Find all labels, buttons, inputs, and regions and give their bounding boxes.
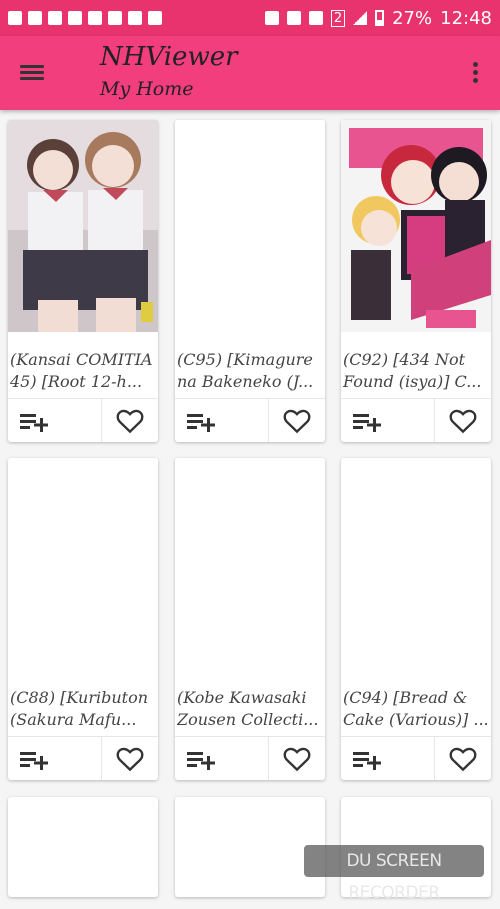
favorite-button[interactable]	[101, 399, 158, 442]
title-line: Zousen Collecti...	[177, 710, 319, 729]
sim-slot-label: 2	[330, 9, 346, 27]
cover-illustration	[341, 120, 491, 332]
app-title: NHViewer	[100, 42, 238, 72]
cover-image[interactable]	[175, 458, 325, 670]
download-icon	[108, 11, 122, 25]
favorite-button[interactable]	[434, 399, 491, 442]
gallery-card[interactable]	[175, 797, 325, 897]
gallery-card[interactable]	[8, 797, 158, 897]
battery-icon	[375, 10, 385, 26]
favorite-button[interactable]	[268, 399, 325, 442]
cover-image[interactable]	[175, 120, 325, 332]
card-actions	[8, 736, 158, 780]
cover-image[interactable]	[8, 458, 158, 670]
heart-outline-icon	[283, 409, 311, 434]
video-icon	[8, 11, 22, 25]
playlist-add-icon	[20, 752, 48, 770]
download-icon	[68, 11, 82, 25]
vibrate-icon	[286, 11, 301, 25]
playlist-add-icon	[353, 752, 381, 770]
no-signal-icon	[148, 11, 162, 25]
title-line: (C88) [Kuributon	[10, 688, 148, 707]
title-line: (Sakura Mafu...	[10, 710, 137, 729]
app-subtitle: My Home	[100, 78, 194, 100]
heart-outline-icon	[116, 409, 144, 434]
title-line: na Bakeneko (J...	[177, 372, 314, 391]
playlist-add-icon	[20, 414, 48, 432]
screen-recorder-watermark: DU SCREEN RECORDER	[304, 845, 484, 903]
download-icon	[128, 11, 142, 25]
add-to-list-button[interactable]	[175, 737, 269, 780]
heart-outline-icon	[116, 747, 144, 772]
app-toolbar: NHViewer My Home	[0, 36, 500, 110]
clock: 12:48	[440, 7, 492, 29]
more-options-icon[interactable]	[470, 62, 480, 84]
add-to-list-button[interactable]	[8, 737, 102, 780]
card-actions	[341, 398, 491, 442]
heart-outline-icon	[283, 747, 311, 772]
gallery-card[interactable]: (C95) [Kimagure na Bakeneko (J...	[175, 120, 325, 442]
card-actions	[8, 398, 158, 442]
battery-percent: 27%	[392, 7, 433, 29]
gallery-title: (Kobe Kawasaki Zousen Collecti...	[177, 687, 325, 731]
signal-icon	[353, 11, 368, 25]
favorite-button[interactable]	[434, 737, 491, 780]
gallery-card[interactable]: (C94) [Bread & Cake (Various)] ...	[341, 458, 491, 780]
title-line: 45) [Root 12-h...	[10, 372, 143, 391]
cover-image[interactable]	[341, 458, 491, 670]
gallery-title: (C88) [Kuributon (Sakura Mafu...	[10, 687, 158, 731]
playlist-add-icon	[187, 414, 215, 432]
gallery-title: (C92) [434 Not Found (isya)] C...	[343, 349, 491, 393]
download-icon	[28, 11, 42, 25]
title-line: (C94) [Bread &	[343, 688, 468, 707]
playlist-add-icon	[187, 752, 215, 770]
menu-icon[interactable]	[18, 60, 48, 86]
cover-illustration	[8, 120, 158, 332]
cover-image[interactable]	[341, 120, 491, 332]
title-line: Found (isya)] C...	[343, 372, 482, 391]
gallery-title: (Kansai COMITIA 45) [Root 12-h...	[10, 349, 158, 393]
gallery-card[interactable]: (C88) [Kuributon (Sakura Mafu...	[8, 458, 158, 780]
title-line: (Kobe Kawasaki	[177, 688, 307, 707]
gallery-card[interactable]: (C92) [434 Not Found (isya)] C...	[341, 120, 491, 442]
playlist-add-icon	[353, 414, 381, 432]
add-to-list-button[interactable]	[175, 399, 269, 442]
title-line: (C92) [434 Not	[343, 350, 466, 369]
favorite-button[interactable]	[101, 737, 158, 780]
gallery-card[interactable]: (Kansai COMITIA 45) [Root 12-h...	[8, 120, 158, 442]
favorite-button[interactable]	[268, 737, 325, 780]
status-bar: 2 27% 12:48	[0, 0, 500, 36]
heart-outline-icon	[449, 409, 477, 434]
wifi-icon	[308, 11, 323, 25]
gallery-title: (C95) [Kimagure na Bakeneko (J...	[177, 349, 325, 393]
gallery-card[interactable]: (Kobe Kawasaki Zousen Collecti...	[175, 458, 325, 780]
card-actions	[175, 736, 325, 780]
card-actions	[341, 736, 491, 780]
cover-image[interactable]	[8, 120, 158, 332]
download-icon	[48, 11, 62, 25]
download-icon	[88, 11, 102, 25]
title-line: (Kansai COMITIA	[10, 350, 153, 369]
gallery-title: (C94) [Bread & Cake (Various)] ...	[343, 687, 491, 731]
add-to-list-button[interactable]	[341, 399, 435, 442]
title-line: (C95) [Kimagure	[177, 350, 313, 369]
add-to-list-button[interactable]	[8, 399, 102, 442]
cast-icon	[264, 11, 279, 25]
heart-outline-icon	[449, 747, 477, 772]
card-actions	[175, 398, 325, 442]
add-to-list-button[interactable]	[341, 737, 435, 780]
title-line: Cake (Various)] ...	[343, 710, 489, 729]
